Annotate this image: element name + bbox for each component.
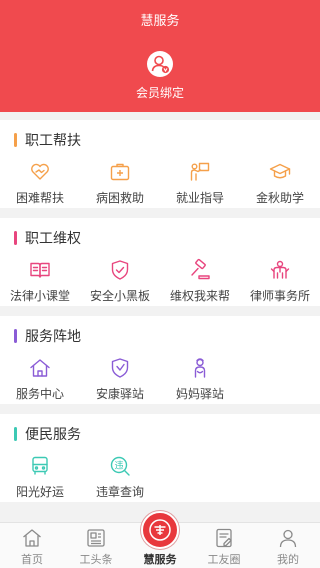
community-tab-icon — [216, 528, 232, 548]
section-title: 服务阵地 — [25, 328, 81, 344]
service-label: 法律小课堂 — [9, 289, 70, 303]
section-marker — [14, 133, 17, 147]
service-center[interactable]: 服务中心 — [0, 356, 80, 401]
mother-icon — [194, 358, 206, 378]
tab-news[interactable]: 工头条 — [64, 523, 128, 568]
home-icon — [30, 359, 50, 377]
service-label: 违章查询 — [95, 485, 144, 499]
violation-search-icon: 违 — [110, 456, 130, 476]
open-book-icon — [30, 262, 50, 278]
service-ankang-station[interactable]: 安康驿站 — [80, 356, 160, 401]
service-employment-guide[interactable]: 就业指导 — [160, 160, 240, 205]
medical-kit-icon — [110, 163, 130, 181]
service-sunshine-transit[interactable]: 阳光好运 — [0, 454, 80, 499]
tab-profile[interactable]: 我的 — [256, 523, 320, 568]
service-label: 妈妈驿站 — [175, 387, 224, 401]
service-mother-station[interactable]: 妈妈驿站 — [160, 356, 240, 401]
service-label: 维权我来帮 — [169, 289, 230, 303]
home-tab-icon — [23, 529, 41, 547]
service-label: 就业指导 — [175, 191, 224, 205]
page-title: 慧服务 — [140, 13, 180, 28]
service-illness-relief[interactable]: 病困救助 — [80, 160, 160, 205]
tab-community[interactable]: 工友圈 — [192, 523, 256, 568]
shield-heart-icon — [111, 358, 129, 378]
presenter-icon — [190, 162, 210, 181]
tab-smart-service[interactable]: 慧服务 — [128, 511, 192, 568]
graduation-cap-icon — [269, 163, 291, 179]
service-law-class[interactable]: 法律小课堂 — [0, 258, 80, 303]
service-autumn-scholarship[interactable]: 金秋助学 — [240, 160, 320, 205]
service-label: 服务中心 — [15, 387, 64, 401]
svg-text:违: 违 — [114, 461, 123, 472]
section-title: 职工维权 — [25, 230, 81, 246]
member-bind-button[interactable]: 会员绑定 — [130, 50, 190, 106]
service-label: 困难帮扶 — [15, 191, 64, 205]
service-label: 律师事务所 — [249, 289, 310, 303]
service-label: 阳光好运 — [15, 485, 64, 499]
shield-check-icon — [111, 260, 129, 280]
member-bind-icon — [147, 51, 173, 77]
bottom-tab-bar: 首页 工头条 慧服务 工友圈 我的 — [0, 511, 320, 568]
tab-label: 我的 — [277, 554, 299, 566]
lawyer-icon — [270, 260, 290, 279]
tab-label: 首页 — [21, 554, 43, 566]
app-header: 慧服务 会员绑定 — [0, 0, 320, 112]
service-label: 安康驿站 — [95, 387, 144, 401]
section-worker-aid: 职工帮扶 困难帮扶 病困救助 就业指导 金秋助学 — [0, 120, 320, 208]
tab-label: 工头条 — [79, 554, 113, 566]
service-label: 安全小黑板 — [89, 289, 150, 303]
service-safety-board[interactable]: 安全小黑板 — [80, 258, 160, 303]
section-worker-rights: 职工维权 法律小课堂 安全小黑板 维权我来帮 律师事务所 — [0, 218, 320, 306]
service-label: 病困救助 — [95, 191, 144, 205]
service-label: 金秋助学 — [255, 191, 304, 205]
service-law-firm[interactable]: 律师事务所 — [240, 258, 320, 303]
section-title: 便民服务 — [25, 426, 81, 442]
tab-label: 工友圈 — [207, 554, 241, 566]
tab-label: 慧服务 — [143, 554, 177, 566]
section-marker — [14, 427, 17, 441]
tab-home[interactable]: 首页 — [0, 523, 64, 568]
news-tab-icon — [87, 529, 105, 547]
section-service-stations: 服务阵地 服务中心 安康驿站 妈妈驿站 — [0, 316, 320, 404]
service-hardship-aid[interactable]: 困难帮扶 — [0, 160, 80, 205]
union-logo-icon — [141, 511, 179, 549]
member-bind-label: 会员绑定 — [135, 86, 184, 100]
section-marker — [14, 231, 17, 245]
gavel-icon — [191, 258, 210, 280]
section-title: 职工帮扶 — [25, 132, 81, 148]
service-violation-query[interactable]: 违 违章查询 — [80, 454, 160, 499]
section-convenience: 便民服务 阳光好运 违 违章查询 — [0, 414, 320, 502]
section-marker — [14, 329, 17, 343]
heart-hands-icon — [31, 163, 49, 180]
bus-icon — [32, 456, 48, 475]
service-rights-help[interactable]: 维权我来帮 — [160, 258, 240, 303]
profile-tab-icon — [279, 529, 297, 548]
